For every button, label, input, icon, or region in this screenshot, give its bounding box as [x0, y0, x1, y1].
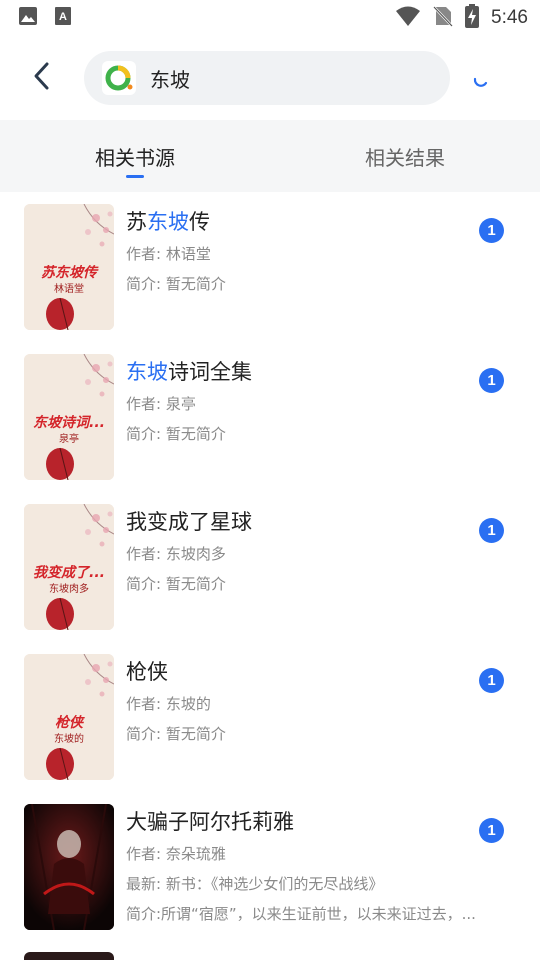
- text-a-icon: A: [54, 6, 72, 30]
- book-title: 我变成了星球: [126, 506, 252, 536]
- cover-author: 东坡的: [54, 734, 84, 745]
- source-count-badge: 1: [479, 368, 504, 393]
- tab-label: 相关结果: [365, 145, 445, 170]
- book-cover: [24, 804, 114, 930]
- cover-title: 东坡诗词...: [33, 415, 105, 431]
- list-item[interactable]: 大骗子阿尔托莉雅 作者: 奈朵琉雅 最新: 新书：《神选少女们的无尽战线》 简介…: [0, 792, 540, 942]
- source-count-badge: 1: [479, 518, 504, 543]
- list-item[interactable]: 苏东坡传 林语堂 苏东坡传 作者: 林语堂 简介: 暂无简介 1: [0, 192, 540, 342]
- book-cover: 我变成了... 东坡肉多: [24, 504, 114, 630]
- status-bar: A 5:46: [0, 0, 540, 36]
- book-cover: 东坡诗词... 泉亭: [24, 354, 114, 480]
- wifi-icon: [395, 5, 421, 31]
- tab-indicator: [126, 175, 144, 178]
- book-author: 作者: 泉亭: [126, 395, 196, 413]
- list-item[interactable]: 枪侠 东坡的 枪侠 作者: 东坡的 简介: 暂无简介 1: [0, 642, 540, 792]
- cover-title: 我变成了...: [33, 565, 105, 581]
- book-list: 苏东坡传 林语堂 苏东坡传 作者: 林语堂 简介: 暂无简介 1 东坡诗词...…: [0, 192, 540, 960]
- search-query: 东坡: [150, 67, 190, 92]
- book-title: 苏东坡传: [126, 206, 210, 236]
- search-input[interactable]: 东坡: [84, 51, 450, 105]
- cover-author: 泉亭: [59, 434, 79, 445]
- book-intro: 简介:所谓“宿愿”，以来生证前世，以未来证过去，...: [126, 905, 476, 923]
- search-header: 东坡: [0, 36, 540, 120]
- tab-related-sources[interactable]: 相关书源: [0, 120, 270, 192]
- tab-bar: 相关书源 相关结果: [0, 120, 540, 192]
- source-count-badge: 1: [479, 668, 504, 693]
- tab-related-results[interactable]: 相关结果: [270, 120, 540, 192]
- list-item[interactable]: [0, 942, 540, 960]
- title-part: 我变成了星球: [126, 510, 252, 534]
- cover-title: 枪侠: [55, 715, 83, 731]
- book-intro: 简介: 暂无简介: [126, 725, 226, 743]
- book-author: 作者: 奈朵琉雅: [126, 845, 226, 863]
- title-highlight: 东坡: [126, 360, 168, 384]
- book-cover: 枪侠 东坡的: [24, 654, 114, 780]
- list-item[interactable]: 东坡诗词... 泉亭 东坡诗词全集 作者: 泉亭 简介: 暂无简介 1: [0, 342, 540, 492]
- book-title: 东坡诗词全集: [126, 356, 252, 386]
- app-logo-icon: [102, 61, 136, 95]
- chevron-left-icon: [32, 61, 52, 95]
- source-count-badge: 1: [479, 218, 504, 243]
- book-intro: 简介: 暂无简介: [126, 575, 226, 593]
- tab-label: 相关书源: [95, 145, 175, 170]
- book-title: 大骗子阿尔托莉雅: [126, 806, 294, 836]
- battery-charging-icon: [465, 4, 480, 32]
- source-count-badge: 1: [479, 818, 504, 843]
- book-cover: 苏东坡传 林语堂: [24, 204, 114, 330]
- title-part: 枪侠: [126, 660, 168, 684]
- title-part: 苏: [126, 210, 147, 234]
- image-icon: [18, 6, 38, 30]
- title-part: 诗词全集: [168, 360, 252, 384]
- cover-title: 苏东坡传: [41, 265, 97, 281]
- title-part: 传: [189, 210, 210, 234]
- book-latest: 最新: 新书：《神选少女们的无尽战线》: [126, 875, 384, 893]
- book-cover: [24, 952, 114, 960]
- book-intro: 简介: 暂无简介: [126, 425, 226, 443]
- list-item[interactable]: 我变成了... 东坡肉多 我变成了星球 作者: 东坡肉多 简介: 暂无简介 1: [0, 492, 540, 642]
- back-button[interactable]: [26, 60, 58, 96]
- cover-author: 林语堂: [54, 284, 84, 295]
- cover-author: 东坡肉多: [49, 584, 89, 595]
- book-author: 作者: 东坡肉多: [126, 545, 226, 563]
- book-intro: 简介: 暂无简介: [126, 275, 226, 293]
- no-sim-icon: [433, 5, 453, 31]
- book-author: 作者: 东坡的: [126, 695, 211, 713]
- title-part: 大骗子阿尔托莉雅: [126, 810, 294, 834]
- svg-text:A: A: [59, 11, 67, 23]
- book-author: 作者: 林语堂: [126, 245, 211, 263]
- status-time: 5:46: [491, 7, 528, 28]
- loading-spinner-icon: [472, 70, 490, 88]
- title-highlight: 东坡: [147, 210, 189, 234]
- book-title: 枪侠: [126, 656, 168, 686]
